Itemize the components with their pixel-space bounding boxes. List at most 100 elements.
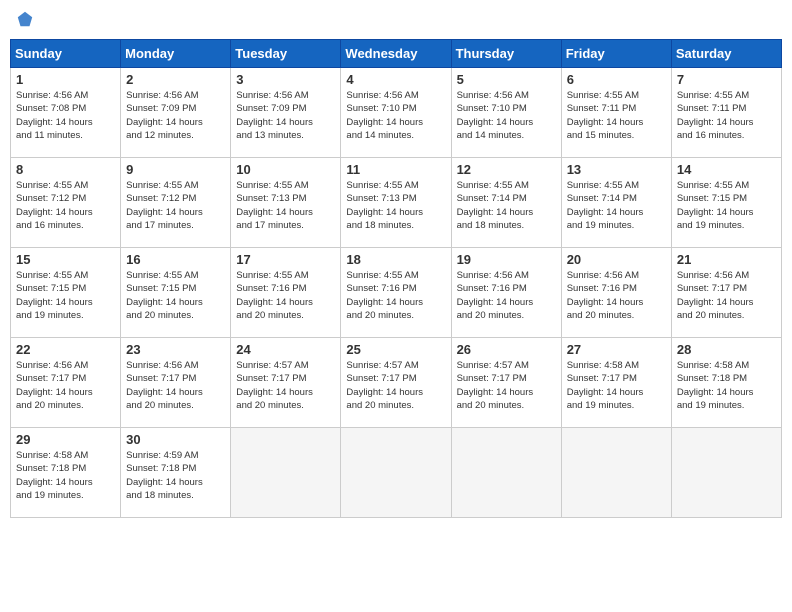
calendar-header-row: SundayMondayTuesdayWednesdayThursdayFrid… — [11, 40, 782, 68]
calendar-cell: 23 Sunrise: 4:56 AMSunset: 7:17 PMDayligh… — [121, 338, 231, 428]
calendar-cell: 9 Sunrise: 4:55 AMSunset: 7:12 PMDaylight… — [121, 158, 231, 248]
day-number: 26 — [457, 342, 556, 357]
calendar-cell: 18 Sunrise: 4:55 AMSunset: 7:16 PMDayligh… — [341, 248, 451, 338]
day-number: 2 — [126, 72, 225, 87]
day-number: 29 — [16, 432, 115, 447]
day-number: 21 — [677, 252, 776, 267]
day-header-saturday: Saturday — [671, 40, 781, 68]
calendar-cell — [341, 428, 451, 518]
week-row-4: 22 Sunrise: 4:56 AMSunset: 7:17 PMDayligh… — [11, 338, 782, 428]
day-info: Sunrise: 4:56 AMSunset: 7:10 PMDaylight:… — [346, 89, 445, 142]
day-number: 16 — [126, 252, 225, 267]
day-number: 5 — [457, 72, 556, 87]
day-info: Sunrise: 4:57 AMSunset: 7:17 PMDaylight:… — [457, 359, 556, 412]
calendar-cell: 30 Sunrise: 4:59 AMSunset: 7:18 PMDayligh… — [121, 428, 231, 518]
calendar-table: SundayMondayTuesdayWednesdayThursdayFrid… — [10, 39, 782, 518]
day-number: 9 — [126, 162, 225, 177]
day-info: Sunrise: 4:55 AMSunset: 7:15 PMDaylight:… — [126, 269, 225, 322]
day-number: 7 — [677, 72, 776, 87]
calendar-cell: 13 Sunrise: 4:55 AMSunset: 7:14 PMDayligh… — [561, 158, 671, 248]
calendar-cell: 27Sunrise: 4:58 AMSunset: 7:17 PMDayligh… — [561, 338, 671, 428]
calendar-cell: 1Sunrise: 4:56 AMSunset: 7:08 PMDaylight… — [11, 68, 121, 158]
day-number: 18 — [346, 252, 445, 267]
day-info: Sunrise: 4:56 AMSunset: 7:17 PMDaylight:… — [126, 359, 225, 412]
day-info: Sunrise: 4:55 AMSunset: 7:11 PMDaylight:… — [677, 89, 776, 142]
day-info: Sunrise: 4:55 AMSunset: 7:11 PMDaylight:… — [567, 89, 666, 142]
calendar-cell: 29 Sunrise: 4:58 AMSunset: 7:18 PMDayligh… — [11, 428, 121, 518]
week-row-3: 15 Sunrise: 4:55 AMSunset: 7:15 PMDayligh… — [11, 248, 782, 338]
day-number: 1 — [16, 72, 115, 87]
calendar-cell: 24 Sunrise: 4:57 AMSunset: 7:17 PMDayligh… — [231, 338, 341, 428]
calendar-cell: 14 Sunrise: 4:55 AMSunset: 7:15 PMDayligh… — [671, 158, 781, 248]
week-row-5: 29 Sunrise: 4:58 AMSunset: 7:18 PMDayligh… — [11, 428, 782, 518]
calendar-cell: 17Sunrise: 4:55 AMSunset: 7:16 PMDayligh… — [231, 248, 341, 338]
week-row-2: 8 Sunrise: 4:55 AMSunset: 7:12 PMDaylight… — [11, 158, 782, 248]
day-info: Sunrise: 4:56 AMSunset: 7:16 PMDaylight:… — [567, 269, 666, 322]
day-number: 24 — [236, 342, 335, 357]
day-info: Sunrise: 4:55 AMSunset: 7:13 PMDaylight:… — [346, 179, 445, 232]
day-info: Sunrise: 4:55 AMSunset: 7:13 PMDaylight:… — [236, 179, 335, 232]
calendar-cell: 22 Sunrise: 4:56 AMSunset: 7:17 PMDayligh… — [11, 338, 121, 428]
day-number: 10 — [236, 162, 335, 177]
logo — [14, 10, 34, 33]
day-number: 13 — [567, 162, 666, 177]
day-info: Sunrise: 4:55 AMSunset: 7:14 PMDaylight:… — [567, 179, 666, 232]
calendar-cell: 5 Sunrise: 4:56 AMSunset: 7:10 PMDaylight… — [451, 68, 561, 158]
calendar-cell: 25Sunrise: 4:57 AMSunset: 7:17 PMDayligh… — [341, 338, 451, 428]
day-number: 22 — [16, 342, 115, 357]
calendar-cell: 15 Sunrise: 4:55 AMSunset: 7:15 PMDayligh… — [11, 248, 121, 338]
day-info: Sunrise: 4:55 AMSunset: 7:15 PMDaylight:… — [677, 179, 776, 232]
day-info: Sunrise: 4:57 AMSunset: 7:17 PMDaylight:… — [346, 359, 445, 412]
day-number: 4 — [346, 72, 445, 87]
calendar-cell: 26 Sunrise: 4:57 AMSunset: 7:17 PMDayligh… — [451, 338, 561, 428]
calendar-cell: 6 Sunrise: 4:55 AMSunset: 7:11 PMDaylight… — [561, 68, 671, 158]
calendar-cell: 12 Sunrise: 4:55 AMSunset: 7:14 PMDayligh… — [451, 158, 561, 248]
calendar-cell: 2 Sunrise: 4:56 AMSunset: 7:09 PMDaylight… — [121, 68, 231, 158]
day-info: Sunrise: 4:56 AMSunset: 7:17 PMDaylight:… — [677, 269, 776, 322]
calendar-cell: 28 Sunrise: 4:58 AMSunset: 7:18 PMDayligh… — [671, 338, 781, 428]
day-number: 12 — [457, 162, 556, 177]
calendar-cell: 21 Sunrise: 4:56 AMSunset: 7:17 PMDayligh… — [671, 248, 781, 338]
calendar-cell: 7 Sunrise: 4:55 AMSunset: 7:11 PMDaylight… — [671, 68, 781, 158]
day-info: Sunrise: 4:58 AMSunset: 7:17 PMDaylight:… — [567, 359, 666, 412]
calendar-cell — [451, 428, 561, 518]
day-info: Sunrise: 4:57 AMSunset: 7:17 PMDaylight:… — [236, 359, 335, 412]
day-number: 17 — [236, 252, 335, 267]
calendar-cell: 20 Sunrise: 4:56 AMSunset: 7:16 PMDayligh… — [561, 248, 671, 338]
day-info: Sunrise: 4:55 AMSunset: 7:16 PMDaylight:… — [346, 269, 445, 322]
day-info: Sunrise: 4:58 AMSunset: 7:18 PMDaylight:… — [16, 449, 115, 502]
day-number: 19 — [457, 252, 556, 267]
day-number: 3 — [236, 72, 335, 87]
day-info: Sunrise: 4:58 AMSunset: 7:18 PMDaylight:… — [677, 359, 776, 412]
day-info: Sunrise: 4:55 AMSunset: 7:12 PMDaylight:… — [126, 179, 225, 232]
day-info: Sunrise: 4:56 AMSunset: 7:09 PMDaylight:… — [126, 89, 225, 142]
calendar-cell — [671, 428, 781, 518]
day-number: 23 — [126, 342, 225, 357]
day-number: 20 — [567, 252, 666, 267]
day-header-tuesday: Tuesday — [231, 40, 341, 68]
calendar-cell: 10 Sunrise: 4:55 AMSunset: 7:13 PMDayligh… — [231, 158, 341, 248]
calendar-cell: 16 Sunrise: 4:55 AMSunset: 7:15 PMDayligh… — [121, 248, 231, 338]
day-number: 15 — [16, 252, 115, 267]
day-number: 28 — [677, 342, 776, 357]
logo-icon — [16, 10, 34, 28]
day-number: 8 — [16, 162, 115, 177]
calendar-cell: 19Sunrise: 4:56 AMSunset: 7:16 PMDayligh… — [451, 248, 561, 338]
day-info: Sunrise: 4:56 AMSunset: 7:09 PMDaylight:… — [236, 89, 335, 142]
day-header-thursday: Thursday — [451, 40, 561, 68]
day-info: Sunrise: 4:55 AMSunset: 7:15 PMDaylight:… — [16, 269, 115, 322]
calendar-cell: 4 Sunrise: 4:56 AMSunset: 7:10 PMDaylight… — [341, 68, 451, 158]
day-info: Sunrise: 4:56 AMSunset: 7:17 PMDaylight:… — [16, 359, 115, 412]
calendar-cell: 8 Sunrise: 4:55 AMSunset: 7:12 PMDaylight… — [11, 158, 121, 248]
logo-text — [14, 10, 34, 33]
day-number: 6 — [567, 72, 666, 87]
day-number: 30 — [126, 432, 225, 447]
day-header-friday: Friday — [561, 40, 671, 68]
calendar-cell: 11Sunrise: 4:55 AMSunset: 7:13 PMDayligh… — [341, 158, 451, 248]
day-info: Sunrise: 4:55 AMSunset: 7:14 PMDaylight:… — [457, 179, 556, 232]
day-number: 14 — [677, 162, 776, 177]
day-info: Sunrise: 4:59 AMSunset: 7:18 PMDaylight:… — [126, 449, 225, 502]
day-header-wednesday: Wednesday — [341, 40, 451, 68]
day-info: Sunrise: 4:55 AMSunset: 7:12 PMDaylight:… — [16, 179, 115, 232]
day-info: Sunrise: 4:56 AMSunset: 7:10 PMDaylight:… — [457, 89, 556, 142]
